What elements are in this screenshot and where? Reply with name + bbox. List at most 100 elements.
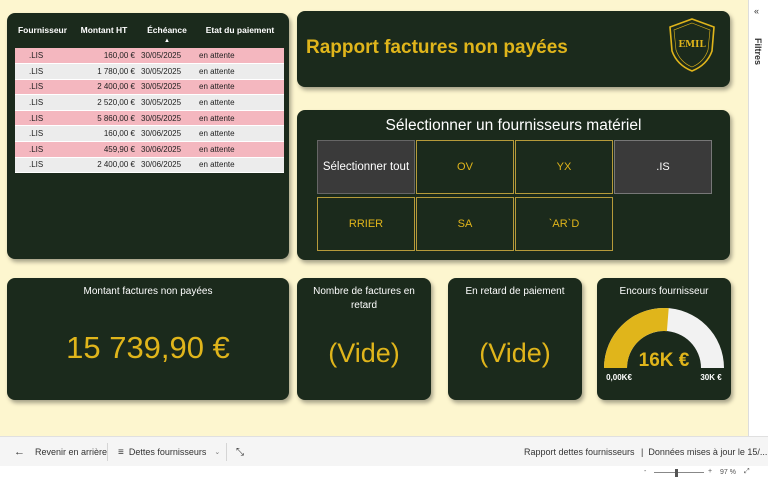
- late-invoices-card: Nombre de factures en retard (Vide): [297, 278, 431, 400]
- table-header-row: Fournisseur Montant HT Échéance ▲ Etat d…: [15, 23, 284, 48]
- cell-montant: 160,00 €: [70, 48, 138, 65]
- table-body: .LIS 160,00 €30/05/2025 en attente .LIS 1 78…: [15, 48, 284, 174]
- separator-bar: |: [641, 447, 644, 457]
- cell-fournisseur: .LIS: [15, 94, 70, 111]
- table-row[interactable]: .LIS 160,00 €30/05/2025 en attente: [15, 48, 284, 65]
- arrow-left-icon: ←: [14, 446, 25, 458]
- cell-montant: 2 520,00 €: [70, 94, 138, 111]
- column-header-echeance-label: Échéance: [147, 25, 187, 35]
- table-row[interactable]: .LIS 2 400,00 €30/06/2025 en attente: [15, 157, 284, 174]
- cell-echeance: 30/06/2025: [138, 157, 196, 174]
- status-bar: - + 97 % ⤢: [0, 466, 768, 480]
- report-name: Rapport dettes fournisseurs: [524, 447, 635, 457]
- cell-montant: 2 400,00 €: [70, 157, 138, 174]
- unpaid-amount-card: Montant factures non payées 15 739,90 €: [7, 278, 289, 400]
- zoom-out-button[interactable]: -: [644, 468, 646, 475]
- cell-fournisseur: .LIS: [15, 110, 70, 127]
- late-invoices-label: Nombre de factures en retard: [313, 286, 415, 311]
- column-header-montant[interactable]: Montant HT: [70, 23, 138, 48]
- cell-etat: en attente: [196, 63, 284, 80]
- zoom-level: 97 %: [720, 469, 736, 476]
- cell-etat: en attente: [196, 157, 284, 174]
- data-updated: | Données mises à jour le 15/...: [641, 437, 767, 467]
- title-card: Rapport factures non payées: [297, 11, 730, 87]
- zoom-in-button[interactable]: +: [708, 468, 712, 475]
- table-row[interactable]: .LIS 160,00 €30/06/2025 en attente: [15, 125, 284, 143]
- cell-echeance: 30/06/2025: [138, 125, 196, 143]
- cell-fournisseur: .LIS: [15, 79, 70, 96]
- cell-etat: en attente: [196, 48, 284, 65]
- page-selector-label: Dettes fournisseurs: [128, 447, 207, 457]
- column-header-echeance[interactable]: Échéance ▲: [138, 23, 196, 48]
- divider: [226, 443, 227, 461]
- collapse-arrows-icon: ⤡: [236, 446, 244, 458]
- invoice-table-card: Fournisseur Montant HT Échéance ▲ Etat d…: [7, 13, 289, 259]
- cell-fournisseur: .LIS: [15, 63, 70, 80]
- data-updated-label: Données mises à jour le 15/...: [648, 447, 768, 457]
- slicer-option-ov[interactable]: OV: [416, 140, 514, 194]
- page-selector[interactable]: ≡ Dettes fournisseurs ⌄: [118, 437, 220, 467]
- back-button-label: Revenir en arrière: [35, 447, 108, 457]
- double-chevron-right-icon[interactable]: «: [754, 6, 759, 16]
- company-logo: EMIL: [669, 18, 715, 72]
- supplier-outstanding-gauge: 16K € 0,00K€ 30K €: [604, 308, 724, 382]
- cell-etat: en attente: [196, 110, 284, 127]
- slicer-option-is[interactable]: .IS: [614, 140, 712, 194]
- zoom-slider-track[interactable]: [654, 472, 704, 473]
- gauge-max-label: 30K €: [700, 373, 722, 382]
- logo-text: EMIL: [678, 40, 706, 50]
- list-icon: ≡: [118, 446, 124, 458]
- cell-echeance: 30/05/2025: [138, 79, 196, 96]
- bottom-navigation-bar: ← Revenir en arrière ≡ Dettes fournisseu…: [0, 436, 768, 466]
- supplier-outstanding-label: Encours fournisseur: [619, 286, 709, 297]
- table-row[interactable]: .LIS 2 520,00 €30/05/2025 en attente: [15, 94, 284, 111]
- cell-etat: en attente: [196, 79, 284, 96]
- table-row[interactable]: .LIS 1 780,00 €30/05/2025 en attente: [15, 63, 284, 80]
- invoice-table[interactable]: Fournisseur Montant HT Échéance ▲ Etat d…: [15, 23, 284, 174]
- table-row[interactable]: .LIS 5 860,00 €30/05/2025 en attente: [15, 110, 284, 127]
- column-header-etat[interactable]: Etat du paiement: [196, 23, 284, 48]
- back-button[interactable]: ← Revenir en arrière: [14, 437, 107, 467]
- slicer-option-sa[interactable]: SA: [416, 197, 514, 251]
- cell-montant: 2 400,00 €: [70, 79, 138, 96]
- divider: [107, 443, 108, 461]
- page-title: Rapport factures non payées: [306, 37, 568, 58]
- zoom-slider-thumb[interactable]: [675, 469, 678, 477]
- cell-montant: 5 860,00 €: [70, 110, 138, 127]
- late-payment-value: (Vide): [479, 338, 551, 368]
- cell-fournisseur: .LIS: [15, 48, 70, 65]
- cell-fournisseur: .LIS: [15, 157, 70, 174]
- slicer-option-rrier[interactable]: RRIER: [317, 197, 415, 251]
- cell-fournisseur: .LIS: [15, 125, 70, 143]
- unpaid-amount-label: Montant factures non payées: [83, 286, 213, 297]
- slicer-select-all-button[interactable]: Sélectionner tout: [317, 140, 415, 194]
- gauge-min-label: 0,00K€: [606, 373, 632, 382]
- supplier-slicer-card: Sélectionner un fournisseurs matériel Sé…: [297, 110, 730, 260]
- supplier-outstanding-card: Encours fournisseur 16K € 0,00K€ 30K €: [597, 278, 731, 400]
- cell-echeance: 30/05/2025: [138, 63, 196, 80]
- chevron-down-icon: ⌄: [214, 449, 221, 456]
- late-payment-card: En retard de paiement (Vide): [448, 278, 582, 400]
- cell-echeance: 30/05/2025: [138, 48, 196, 65]
- cell-montant: 1 780,00 €: [70, 63, 138, 80]
- table-row[interactable]: .LIS 459,90 €30/06/2025 en attente: [15, 141, 284, 158]
- cell-echeance: 30/06/2025: [138, 141, 196, 158]
- gauge-value: 16K €: [639, 350, 690, 371]
- collapse-button[interactable]: ⤡: [236, 437, 244, 467]
- unpaid-amount-value: 15 739,90 €: [66, 330, 230, 365]
- cell-echeance: 30/05/2025: [138, 94, 196, 111]
- report-canvas: Fournisseur Montant HT Échéance ▲ Etat d…: [0, 0, 748, 436]
- table-row[interactable]: .LIS 2 400,00 €30/05/2025 en attente: [15, 79, 284, 96]
- filters-pane-collapsed[interactable]: « Filtres: [748, 0, 768, 436]
- cell-etat: en attente: [196, 125, 284, 143]
- slicer-option-ard[interactable]: `AR`D: [515, 197, 613, 251]
- slicer-option-yx[interactable]: YX: [515, 140, 613, 194]
- sort-ascending-icon: ▲: [164, 38, 170, 44]
- fit-page-icon[interactable]: ⤢: [744, 468, 750, 476]
- cell-etat: en attente: [196, 94, 284, 111]
- filters-label[interactable]: Filtres: [753, 38, 763, 65]
- cell-montant: 459,90 €: [70, 141, 138, 158]
- column-header-fournisseur[interactable]: Fournisseur: [15, 23, 70, 48]
- cell-montant: 160,00 €: [70, 125, 138, 143]
- late-invoices-value: (Vide): [328, 338, 400, 368]
